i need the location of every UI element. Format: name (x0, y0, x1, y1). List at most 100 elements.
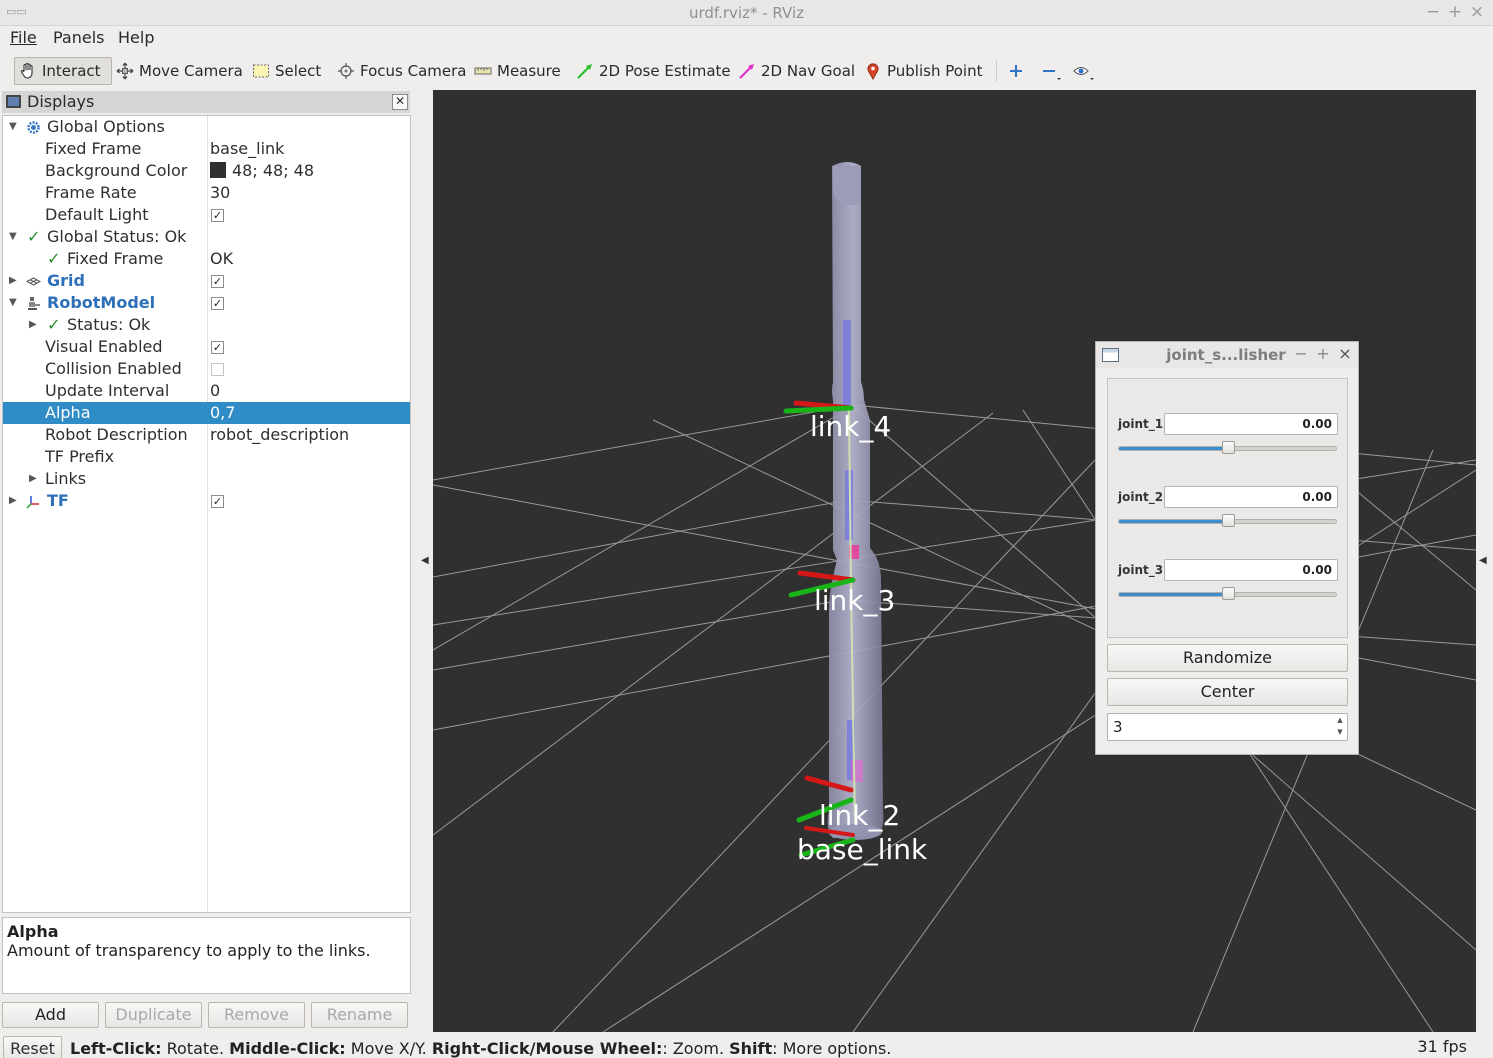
joint-1-value-field[interactable]: 0.00 (1164, 413, 1338, 435)
alpha-value[interactable]: 0,7 (210, 403, 235, 422)
tree-row-update-interval[interactable]: Update Interval 0 (3, 380, 410, 402)
remove-tool-button[interactable] (1040, 57, 1063, 85)
eye-icon (1073, 62, 1094, 80)
joint-2-value-field[interactable]: 0.00 (1164, 486, 1338, 508)
collapse-arrow-icon[interactable]: ▶ (9, 490, 21, 512)
slider-handle[interactable] (1222, 514, 1235, 527)
minus-icon (1040, 62, 1061, 80)
reset-button[interactable]: Reset (3, 1036, 62, 1058)
tree-row-robot-description[interactable]: Robot Description robot_description (3, 424, 410, 446)
grid-checkbox[interactable]: ✓ (211, 275, 224, 288)
minimize-button[interactable]: − (1423, 2, 1443, 22)
tree-row-fixed-frame[interactable]: Fixed Frame base_link (3, 138, 410, 160)
slider-handle[interactable] (1222, 587, 1235, 600)
tool-2d-pose-estimate[interactable]: 2D Pose Estimate (576, 57, 731, 85)
joint-1-slider[interactable] (1118, 441, 1337, 454)
plus-icon (1007, 62, 1025, 80)
spin-down-icon[interactable]: ▼ (1335, 728, 1345, 736)
collision-enabled-checkbox[interactable] (211, 363, 224, 376)
frame-rate-value[interactable]: 30 (210, 183, 230, 202)
remove-button[interactable]: Remove (208, 1002, 305, 1028)
displays-tree[interactable]: ▼ Global Options Fixed Frame base_link B… (2, 115, 411, 913)
tool-2d-nav-goal[interactable]: 2D Nav Goal (738, 57, 855, 85)
joint-window-titlebar[interactable]: joint_s...lisher − + × (1096, 342, 1358, 368)
tool-focus-camera[interactable]: Focus Camera (337, 57, 466, 85)
joint-state-publisher-window[interactable]: joint_s...lisher − + × joint_1 0.00 join… (1095, 341, 1359, 755)
frame-label-link-3: link_3 (814, 584, 895, 617)
tree-row-default-light[interactable]: Default Light ✓ (3, 204, 410, 226)
tool-select[interactable]: Select (252, 57, 321, 85)
joint-minimize-button[interactable]: − (1292, 344, 1310, 364)
tool-interact[interactable]: Interact (14, 57, 112, 85)
close-panel-button[interactable]: ✕ (392, 94, 408, 110)
slider-fill (1119, 593, 1228, 596)
help-key: Shift (729, 1039, 773, 1058)
slider-fill (1119, 447, 1228, 450)
tree-row-tf-prefix[interactable]: TF Prefix (3, 446, 410, 468)
tool-publish-point[interactable]: Publish Point (864, 57, 982, 85)
joint-maximize-button[interactable]: + (1314, 344, 1332, 364)
collapse-arrow-icon[interactable]: ▶ (9, 270, 21, 292)
slider-handle[interactable] (1222, 441, 1235, 454)
tree-row-grid[interactable]: ▶ Grid ✓ (3, 270, 410, 292)
update-interval-value[interactable]: 0 (210, 381, 220, 400)
tree-label: Fixed Frame (45, 139, 142, 158)
tree-row-alpha[interactable]: Alpha 0,7 (3, 402, 410, 424)
description-text: Amount of transparency to apply to the l… (7, 941, 371, 960)
robotmodel-checkbox[interactable]: ✓ (211, 297, 224, 310)
tree-row-background-color[interactable]: Background Color 48; 48; 48 (3, 160, 410, 182)
close-window-button[interactable]: × (1467, 2, 1487, 22)
background-color-value[interactable]: 48; 48; 48 (210, 161, 314, 180)
center-button[interactable]: Center (1107, 678, 1348, 706)
tool-move-camera[interactable]: Move Camera (116, 57, 243, 85)
collapse-left-panel-icon[interactable]: ◀ (421, 555, 429, 566)
rename-button[interactable]: Rename (311, 1002, 408, 1028)
joint-count-spinbox[interactable]: 3 ▲ ▼ (1107, 713, 1348, 741)
tool-publish-point-label: Publish Point (887, 62, 983, 80)
expand-arrow-icon[interactable]: ▼ (9, 226, 21, 248)
frame-label-link-4: link_4 (810, 410, 891, 443)
joint-3-slider[interactable] (1118, 587, 1337, 600)
view-options-button[interactable] (1073, 57, 1096, 85)
tree-label: Update Interval (45, 381, 170, 400)
expand-arrow-icon[interactable]: ▼ (9, 292, 21, 314)
maximize-button[interactable]: + (1445, 2, 1465, 22)
default-light-checkbox[interactable]: ✓ (211, 209, 224, 222)
tree-row-robotmodel[interactable]: ▼ RobotModel ✓ (3, 292, 410, 314)
collapse-arrow-icon[interactable]: ▶ (29, 314, 41, 336)
spin-up-icon[interactable]: ▲ (1335, 716, 1345, 724)
help-key: Right-Click/Mouse Wheel: (431, 1039, 663, 1058)
joint-close-button[interactable]: × (1336, 344, 1354, 364)
tree-row-links[interactable]: ▶ Links (3, 468, 410, 490)
collapse-arrow-icon[interactable]: ▶ (29, 468, 41, 490)
add-button[interactable]: Add (2, 1002, 99, 1028)
randomize-button[interactable]: Randomize (1107, 644, 1348, 672)
duplicate-button[interactable]: Duplicate (105, 1002, 202, 1028)
fixed-frame-value[interactable]: base_link (210, 139, 284, 158)
tree-row-global-options[interactable]: ▼ Global Options (3, 116, 410, 138)
tool-measure[interactable]: Measure (474, 57, 561, 85)
tf-checkbox[interactable]: ✓ (211, 495, 224, 508)
tree-row-global-status[interactable]: ▼ ✓ Global Status: Ok (3, 226, 410, 248)
robot-model (827, 162, 884, 840)
joint-2-slider[interactable] (1118, 514, 1337, 527)
tree-row-visual-enabled[interactable]: Visual Enabled ✓ (3, 336, 410, 358)
robot-description-value[interactable]: robot_description (210, 425, 349, 444)
visual-enabled-checkbox[interactable]: ✓ (211, 341, 224, 354)
menu-panels[interactable]: Panels (53, 28, 105, 47)
expand-arrow-icon[interactable]: ▼ (9, 116, 21, 138)
tool-measure-label: Measure (497, 62, 561, 80)
tree-row-frame-rate[interactable]: Frame Rate 30 (3, 182, 410, 204)
tree-row-robot-status[interactable]: ▶ ✓ Status: Ok (3, 314, 410, 336)
menu-file[interactable]: File (10, 28, 37, 47)
joint-3-value-field[interactable]: 0.00 (1164, 559, 1338, 581)
joint-1-label: joint_1 (1118, 417, 1164, 431)
tree-row-collision-enabled[interactable]: Collision Enabled (3, 358, 410, 380)
menu-help[interactable]: Help (118, 28, 154, 47)
add-tool-button[interactable] (1007, 57, 1030, 85)
collapse-right-panel-icon[interactable]: ◀ (1479, 555, 1487, 566)
tree-row-tf[interactable]: ▶ TF ✓ (3, 490, 410, 512)
tree-label: Frame Rate (45, 183, 137, 202)
help-desc: Rotate. (161, 1039, 230, 1058)
tree-row-fixed-frame-status[interactable]: ✓ Fixed Frame OK (3, 248, 410, 270)
